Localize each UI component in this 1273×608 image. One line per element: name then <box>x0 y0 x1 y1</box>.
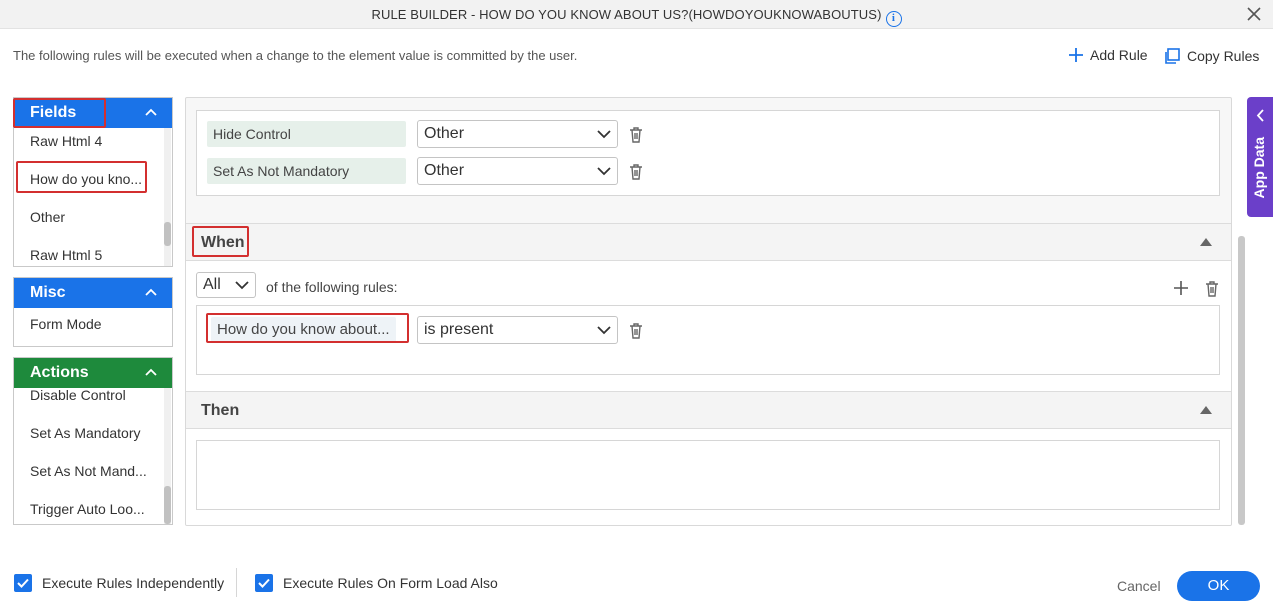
action-item-trigger-auto-lookup[interactable]: Trigger Auto Loo... <box>14 490 164 528</box>
chevron-down-icon <box>235 281 249 290</box>
chevron-up-icon[interactable] <box>144 287 158 297</box>
misc-header[interactable]: Misc <box>14 278 172 308</box>
copy-icon <box>1165 48 1180 64</box>
execute-on-load-label: Execute Rules On Form Load Also <box>283 575 498 591</box>
info-icon[interactable]: i <box>885 11 902 27</box>
chevron-left-icon <box>1256 109 1264 122</box>
execute-independently-label: Execute Rules Independently <box>42 575 225 591</box>
app-data-label: App Data <box>1251 137 1267 199</box>
trash-icon[interactable] <box>1204 280 1220 297</box>
action-label: Hide Control <box>207 121 406 147</box>
action-item-set-as-not-mandatory[interactable]: Set As Not Mand... <box>14 452 164 490</box>
main-scrollbar-thumb[interactable] <box>1238 236 1245 525</box>
dialog-title-text: RULE BUILDER - HOW DO YOU KNOW ABOUT US?… <box>371 7 882 22</box>
condition-operator-value: is present <box>424 321 494 338</box>
copy-rules-label: Copy Rules <box>1187 48 1260 64</box>
copy-rules-button[interactable]: Copy Rules <box>1163 47 1259 65</box>
footer-divider <box>236 568 237 597</box>
ok-button[interactable]: OK <box>1177 571 1260 601</box>
action-label: Set As Not Mandatory <box>207 158 406 184</box>
plus-icon <box>1069 48 1083 62</box>
when-highlight-box <box>192 226 249 257</box>
match-mode-value: All <box>203 276 221 293</box>
execute-on-load-checkbox[interactable]: Execute Rules On Form Load Also <box>255 574 498 592</box>
when-section-header[interactable]: When <box>186 223 1231 261</box>
action-target-value: Other <box>424 162 465 179</box>
then-section-header[interactable]: Then <box>186 391 1231 429</box>
trash-icon[interactable] <box>628 163 644 180</box>
actions-scrollbar-thumb[interactable] <box>164 486 171 524</box>
action-item-disable-control[interactable]: Disable Control <box>14 376 164 414</box>
collapse-caret-icon[interactable] <box>1200 238 1212 246</box>
then-actions-block[interactable] <box>196 440 1220 510</box>
chevron-down-icon <box>597 326 611 335</box>
checkbox-checked-icon[interactable] <box>14 574 32 592</box>
field-item-other[interactable]: Other <box>14 198 164 236</box>
then-label: Then <box>201 402 240 419</box>
chevron-down-icon <box>597 130 611 139</box>
collapse-caret-icon[interactable] <box>1200 406 1212 414</box>
condition-highlight-box <box>206 313 409 343</box>
misc-panel: Misc Form Mode <box>13 277 173 347</box>
misc-header-label: Misc <box>30 284 66 301</box>
cancel-button[interactable]: Cancel <box>1117 578 1161 594</box>
action-item-set-as-mandatory[interactable]: Set As Mandatory <box>14 414 164 452</box>
trash-icon[interactable] <box>628 126 644 143</box>
field-item-raw-html-5[interactable]: Raw Html 5 <box>14 236 164 274</box>
fields-highlight-box <box>13 98 106 128</box>
fields-scrollbar-thumb[interactable] <box>164 222 171 246</box>
action-target-select[interactable]: Other <box>417 157 618 185</box>
action-target-value: Other <box>424 125 465 142</box>
match-mode-select[interactable]: All <box>196 272 256 298</box>
add-rule-label: Add Rule <box>1090 47 1148 63</box>
dialog-titlebar: RULE BUILDER - HOW DO YOU KNOW ABOUT US?… <box>0 0 1273 29</box>
then-section-body <box>186 429 1231 525</box>
app-data-tab[interactable]: App Data <box>1247 97 1273 217</box>
trash-icon[interactable] <box>628 322 644 339</box>
checkbox-checked-icon[interactable] <box>255 574 273 592</box>
rule-editor: Hide Control Other Set As Not Mandatory … <box>185 97 1232 526</box>
rules-description: The following rules will be executed whe… <box>13 48 578 63</box>
field-highlight-box <box>16 161 147 193</box>
add-rule-button[interactable]: Add Rule <box>1068 47 1148 63</box>
close-icon[interactable] <box>1245 5 1263 23</box>
actions-panel: Actions Disable Control Set As Mandatory… <box>13 357 173 525</box>
action-target-select[interactable]: Other <box>417 120 618 148</box>
chevron-down-icon <box>597 167 611 176</box>
actions-rule-block: Hide Control Other Set As Not Mandatory … <box>196 110 1220 196</box>
misc-item-form-mode[interactable]: Form Mode <box>14 308 172 340</box>
when-section-body: All of the following rules: How do you k… <box>186 261 1231 391</box>
dialog-title: RULE BUILDER - HOW DO YOU KNOW ABOUT US?… <box>0 7 1273 27</box>
add-condition-icon[interactable] <box>1173 280 1189 296</box>
condition-operator-select[interactable]: is present <box>417 316 618 344</box>
chevron-up-icon[interactable] <box>144 107 158 117</box>
execute-independently-checkbox[interactable]: Execute Rules Independently <box>14 574 224 592</box>
match-description: of the following rules: <box>266 279 398 295</box>
